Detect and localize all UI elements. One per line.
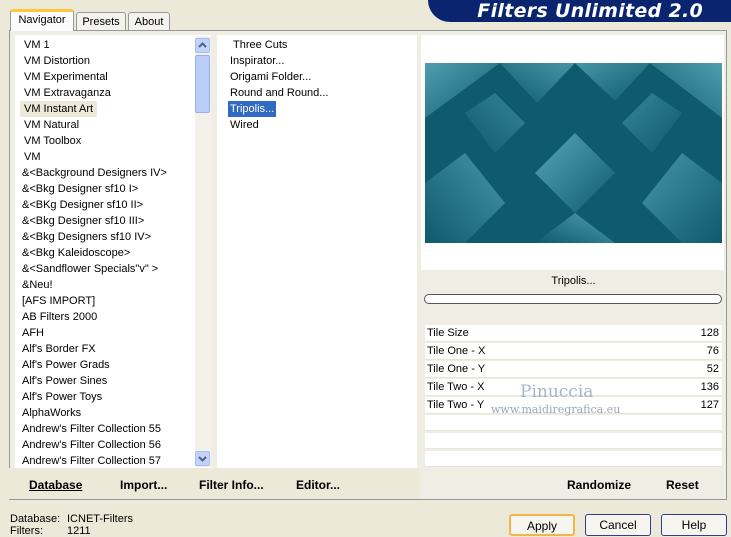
param-row[interactable]: Tile One - Y 52 — [425, 361, 722, 378]
empty-param-row — [425, 415, 722, 431]
editor-button[interactable]: Editor... — [296, 478, 340, 492]
database-label: Database: — [10, 513, 61, 525]
category-item[interactable]: &<Background Designers IV> — [22, 165, 167, 181]
param-label: Tile Two - X — [427, 381, 485, 393]
filter-item[interactable]: Inspirator... — [230, 53, 284, 69]
category-item[interactable]: AFH — [22, 325, 44, 341]
preview-filter-name: Tripolis... — [425, 271, 722, 291]
filter-item[interactable]: Wired — [230, 117, 259, 133]
title-banner: Filters Unlimited 2.0 — [428, 0, 731, 22]
category-item[interactable]: &<Sandflower Specials"v" > — [22, 261, 158, 277]
category-item[interactable]: Andrew's Filter Collection 55 — [22, 421, 161, 437]
tab-presets[interactable]: Presets — [76, 12, 126, 30]
filter-item[interactable]: Round and Round... — [230, 85, 328, 101]
randomize-button[interactable]: Randomize — [567, 478, 631, 492]
param-value: 52 — [706, 363, 719, 375]
param-label: Tile One - Y — [427, 363, 486, 375]
category-item[interactable]: Alf's Power Grads — [22, 357, 110, 373]
category-item[interactable]: VM Extravaganza — [24, 85, 111, 101]
reset-button[interactable]: Reset — [666, 478, 699, 492]
param-value: 136 — [700, 381, 719, 393]
scroll-down-button[interactable] — [195, 451, 210, 466]
category-item[interactable]: &<Bkg Designer sf10 I> — [22, 181, 138, 197]
scroll-thumb[interactable] — [195, 55, 210, 113]
watermark-name: Pinuccia — [520, 382, 594, 402]
category-item[interactable]: VM Toolbox — [24, 133, 81, 149]
chevron-down-icon — [198, 456, 207, 462]
filters-count-label: Filters: — [10, 525, 43, 537]
category-item[interactable]: VM — [24, 149, 41, 165]
database-button[interactable]: Database — [29, 478, 82, 492]
category-item[interactable]: &<Bkg Designers sf10 IV> — [22, 229, 151, 245]
category-item[interactable]: Alf's Power Sines — [22, 373, 107, 389]
import-button[interactable]: Import... — [120, 478, 167, 492]
param-label: Tile Two - Y — [427, 399, 485, 411]
category-item[interactable]: VM Experimental — [24, 69, 108, 85]
category-item[interactable]: Alf's Border FX — [22, 341, 96, 357]
tab-navigator[interactable]: Navigator — [10, 9, 74, 31]
filter-list[interactable]: Three Cuts Inspirator... Origami Folder...… — [217, 35, 417, 468]
category-scrollbar[interactable] — [195, 36, 211, 467]
param-label: Tile Size — [427, 327, 469, 339]
category-item[interactable]: AlphaWorks — [22, 405, 81, 421]
tab-about[interactable]: About — [128, 12, 170, 30]
category-item[interactable]: &Neu! — [22, 277, 53, 293]
filter-item[interactable]: Origami Folder... — [230, 69, 311, 85]
scroll-up-button[interactable] — [195, 38, 210, 53]
empty-param-row — [425, 433, 722, 449]
param-label: Tile One - X — [427, 345, 486, 357]
category-item[interactable]: &<BKg Designer sf10 II> — [22, 197, 143, 213]
category-item[interactable]: &<Bkg Kaleidoscope> — [22, 245, 130, 261]
param-row[interactable]: Tile Size 128 — [425, 325, 722, 342]
category-item[interactable]: VM Instant Art — [20, 101, 98, 117]
param-row[interactable]: Tile One - X 76 — [425, 343, 722, 360]
watermark-url: www.maidiregrafica.eu — [491, 403, 621, 416]
category-item[interactable]: Alf's Power Toys — [22, 389, 102, 405]
banner-title: Filters Unlimited 2.0 — [477, 0, 703, 22]
category-item[interactable]: VM Natural — [24, 117, 79, 133]
filters-count-value: 1211 — [67, 525, 91, 537]
category-list[interactable]: VM 1 VM Distortion VM Experimental VM Extra… — [15, 35, 211, 468]
filter-item[interactable]: Three Cuts — [233, 37, 287, 53]
preview-image — [425, 63, 722, 243]
progress-bar — [424, 294, 722, 304]
category-item[interactable]: VM Distortion — [24, 53, 90, 69]
param-value: 76 — [706, 345, 719, 357]
category-item[interactable]: AB Filters 2000 — [22, 309, 97, 325]
param-value: 127 — [700, 399, 719, 411]
category-item[interactable]: Andrew's Filter Collection 56 — [22, 437, 161, 453]
category-item[interactable]: Andrew's Filter Collection 57 — [22, 453, 161, 468]
category-item[interactable]: &<Bkg Designer sf10 III> — [22, 213, 144, 229]
filter-item[interactable]: Tripolis... — [226, 100, 278, 118]
param-value: 128 — [700, 327, 719, 339]
chevron-up-icon — [198, 42, 207, 48]
empty-param-row — [425, 451, 722, 467]
category-item[interactable]: [AFS IMPORT] — [22, 293, 95, 309]
filter-info-button[interactable]: Filter Info... — [199, 478, 264, 492]
category-item[interactable]: VM 1 — [24, 37, 50, 53]
database-value: ICNET-Filters — [67, 513, 133, 525]
